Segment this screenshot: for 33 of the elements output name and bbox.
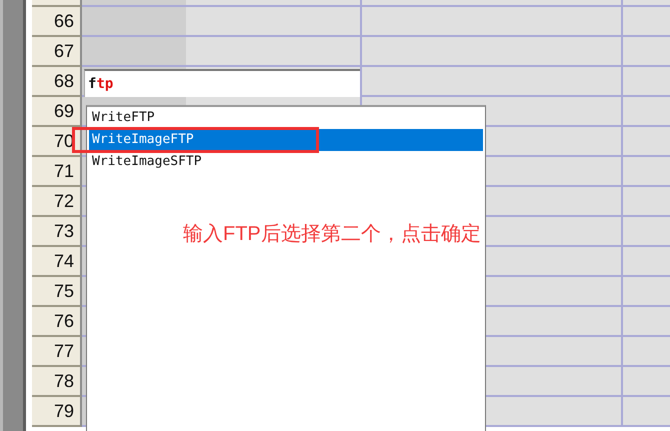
autocomplete-item[interactable]: WriteImageSFTP: [89, 151, 483, 173]
row-header[interactable]: 76: [32, 307, 82, 337]
row-header[interactable]: 73: [32, 217, 82, 247]
row-header[interactable]: 79: [32, 397, 82, 427]
table-cell: [623, 7, 670, 37]
row-header[interactable]: 71: [32, 157, 82, 187]
row-header[interactable]: 75: [32, 277, 82, 307]
cell-input-field[interactable]: ftp: [84, 69, 360, 97]
table-cell: [623, 277, 670, 307]
row-header: [32, 0, 82, 7]
row-header[interactable]: 68: [32, 67, 82, 97]
table-cell: [623, 367, 670, 397]
table-cell: [623, 187, 670, 217]
table-cell: [623, 127, 670, 157]
row-header[interactable]: 74: [32, 247, 82, 277]
annotation-text: 输入FTP后选择第二个，点击确定: [183, 222, 481, 247]
autocomplete-item[interactable]: WriteImageFTP: [89, 129, 483, 151]
table-cell: [623, 247, 670, 277]
row-header[interactable]: 72: [32, 187, 82, 217]
row-header[interactable]: 66: [32, 7, 82, 37]
row-header[interactable]: 67: [32, 37, 82, 67]
table-cell: [623, 397, 670, 427]
row-header[interactable]: 77: [32, 337, 82, 367]
table-cell: [623, 307, 670, 337]
row-header[interactable]: 78: [32, 367, 82, 397]
table-cell: [623, 67, 670, 97]
autocomplete-item[interactable]: WriteFTP: [89, 107, 483, 129]
table-cell: [623, 37, 670, 67]
table-cell: [623, 157, 670, 187]
table-cell: [623, 217, 670, 247]
row-header[interactable]: 69: [32, 97, 82, 127]
table-cell: [623, 337, 670, 367]
table-cell: [623, 97, 670, 127]
